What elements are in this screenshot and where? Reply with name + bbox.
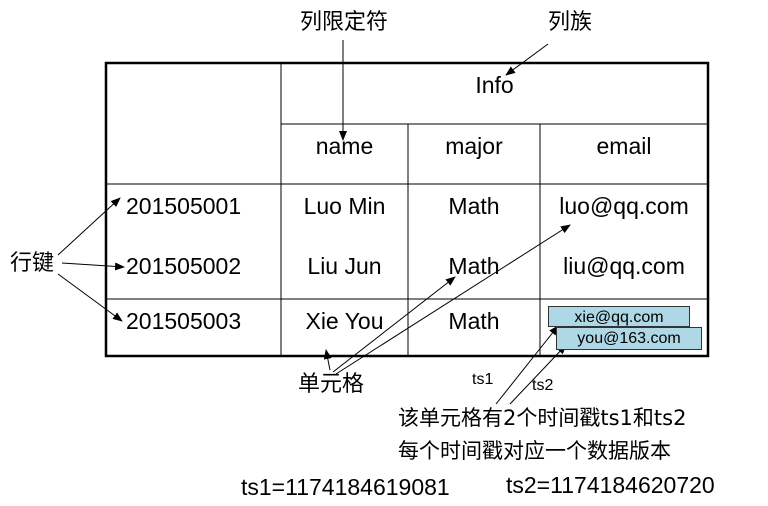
cell-major-1: Math [448, 193, 500, 219]
row-key-2: 201505002 [126, 253, 242, 279]
column-family-label: 列族 [548, 10, 593, 35]
ts1-tag: ts1 [472, 371, 494, 388]
column-header-name: name [315, 133, 374, 159]
column-qualifier-label: 列限定符 [300, 10, 389, 35]
rowkey-arrow-2 [61, 262, 125, 271]
rowkey-arrow-1 [57, 197, 121, 256]
family-arrow [505, 43, 549, 76]
row-key-1: 201505001 [126, 193, 242, 219]
cell-arrow-1 [323, 349, 332, 371]
cell-name-1: Luo Min [303, 193, 386, 219]
cell-major-3: Math [448, 308, 500, 334]
ts2-value: ts2=1174184620720 [506, 472, 715, 498]
row-key-3: 201505003 [126, 308, 242, 334]
timestamp-note-line1: 该单元格有2个时间戳ts1和ts2 [398, 406, 687, 430]
cell-version-ts1: xie@qq.com [548, 306, 690, 327]
cell-name-3: Xie You [305, 308, 384, 334]
ts1-value: ts1=1174184619081 [241, 474, 450, 500]
ts2-tag: ts2 [532, 377, 554, 394]
column-family-info: Info [475, 72, 514, 98]
row-key-label: 行键 [10, 251, 55, 276]
cell-major-2: Math [448, 253, 500, 279]
column-header-email: email [596, 133, 652, 159]
cell-email-1: luo@qq.com [559, 193, 689, 219]
cell-version-ts2: you@163.com [556, 327, 702, 350]
rowkey-arrow-3 [57, 273, 123, 322]
column-header-major: major [445, 133, 503, 159]
cell-email-2: liu@qq.com [563, 253, 685, 279]
cell-name-2: Liu Jun [307, 253, 382, 279]
cell-label: 单元格 [298, 372, 365, 397]
timestamp-note-line2: 每个时间戳对应一个数据版本 [398, 439, 671, 463]
ts2-arrow [509, 344, 567, 405]
